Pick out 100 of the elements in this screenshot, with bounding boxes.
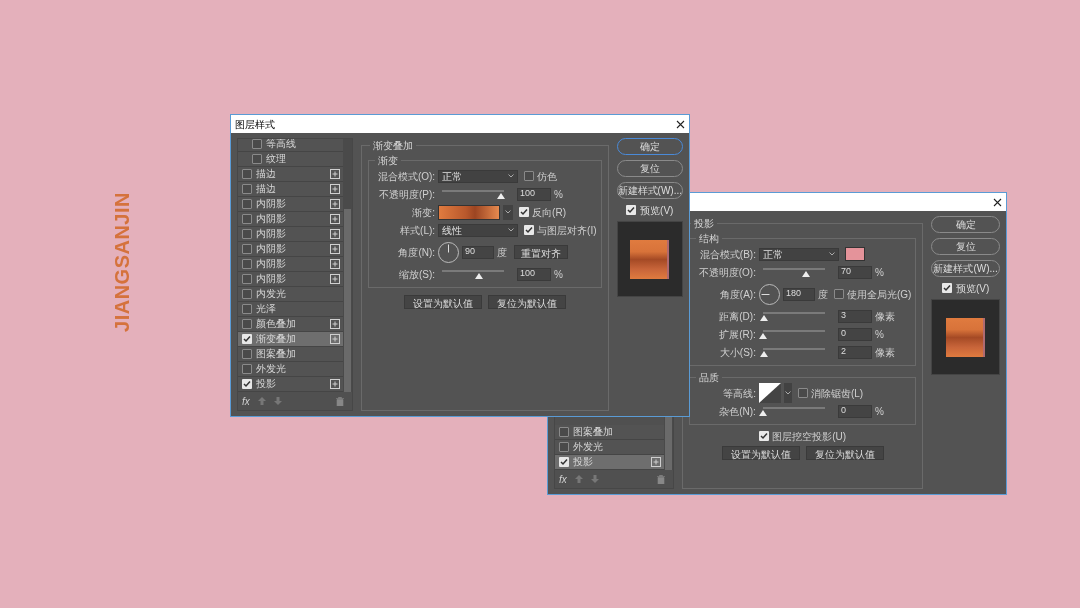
effect-item[interactable]: 内发光 [238,287,344,302]
checkbox[interactable] [242,364,252,374]
angle-dial[interactable] [438,241,460,263]
scrollbar[interactable] [343,139,353,392]
effect-item[interactable]: 内阴影 [238,197,344,212]
checkbox[interactable] [242,169,252,179]
add-icon[interactable] [330,169,341,179]
action-button[interactable]: 新建样式(W)... [931,260,1000,277]
value-input[interactable]: 2 [837,345,872,359]
checkbox[interactable] [242,214,252,224]
effect-item[interactable]: 内阴影 [238,242,344,257]
value-input[interactable]: 100 [517,267,552,281]
effect-item[interactable]: 描边 [238,167,344,182]
checkbox[interactable] [942,283,952,293]
checkbox[interactable] [242,304,252,314]
checkbox[interactable] [519,207,530,217]
add-icon[interactable] [650,457,661,467]
add-icon[interactable] [330,379,341,389]
effect-item[interactable]: 内阴影 [238,272,344,287]
effect-item[interactable]: 内阴影 [238,227,344,242]
effect-item[interactable]: 外发光 [238,362,344,377]
value-input[interactable]: 90 [462,245,495,259]
effect-label: 投影 [256,379,277,389]
effect-item[interactable]: 光泽 [238,302,344,317]
fx-button[interactable]: fx [242,393,250,409]
checkbox[interactable] [252,139,262,149]
checkbox[interactable] [242,289,252,299]
checkbox[interactable] [242,379,252,389]
checkbox[interactable] [242,229,252,239]
color-swatch[interactable] [844,247,865,261]
close-icon[interactable] [676,119,685,129]
checkbox[interactable] [524,225,535,235]
select-dropdown[interactable]: 正常 [758,247,839,261]
effect-item[interactable]: 外发光 [555,440,664,455]
dropdown-button[interactable] [503,204,514,220]
add-icon[interactable] [330,199,341,209]
action-button[interactable]: 确定 [616,138,683,155]
value-input[interactable]: 3 [837,309,872,323]
effect-item[interactable]: 描边 [238,182,344,197]
close-icon[interactable] [993,197,1002,207]
add-icon[interactable] [330,184,341,194]
checkbox[interactable] [242,334,252,344]
checkbox[interactable] [242,199,252,209]
checkbox[interactable] [242,349,252,359]
value-input[interactable]: 180 [782,287,815,301]
slider-thumb[interactable] [758,333,767,339]
select-dropdown[interactable]: 线性 [438,223,519,237]
effect-item[interactable]: 图案叠加 [555,425,664,440]
checkbox[interactable] [524,171,535,181]
effect-item[interactable]: 内阴影 [238,257,344,272]
checkbox[interactable] [242,319,252,329]
checkbox[interactable] [797,388,808,398]
reset-align-button[interactable]: 重置对齐 [514,245,569,259]
add-icon[interactable] [330,244,341,254]
checkbox[interactable] [242,259,252,269]
effect-item[interactable]: 颜色叠加 [238,317,344,332]
action-button[interactable]: 新建样式(W)... [616,182,683,199]
effect-item[interactable]: 纹理 [238,152,344,167]
checkbox[interactable] [833,289,844,299]
add-icon[interactable] [330,334,341,344]
default-button[interactable]: 复位为默认值 [805,446,884,460]
value-input[interactable]: 70 [837,265,872,279]
effect-item[interactable]: 投影 [555,455,664,470]
checkbox[interactable] [759,431,770,441]
checkbox[interactable] [626,205,637,215]
action-button[interactable]: 确定 [931,216,1000,233]
add-icon[interactable] [330,274,341,284]
add-icon[interactable] [330,229,341,239]
default-button[interactable]: 复位为默认值 [487,295,566,309]
default-button[interactable]: 设置为默认值 [403,295,482,309]
default-button[interactable]: 设置为默认值 [721,446,800,460]
select-dropdown[interactable]: 正常 [438,169,519,183]
slider-thumb[interactable] [760,351,769,357]
value-input[interactable]: 0 [837,404,872,418]
gradient-swatch[interactable] [438,204,501,220]
checkbox[interactable] [252,154,262,164]
angle-dial[interactable] [758,283,780,305]
value-input[interactable]: 100 [517,187,552,201]
effect-item[interactable]: 渐变叠加 [238,332,344,347]
slider-thumb[interactable] [760,315,769,321]
checkbox[interactable] [242,184,252,194]
contour-picker[interactable] [758,383,781,403]
effect-item[interactable]: 等高线 [238,139,344,152]
action-button[interactable]: 复位 [616,160,683,177]
add-icon[interactable] [330,319,341,329]
add-icon[interactable] [330,259,341,269]
add-icon[interactable] [330,214,341,224]
scrollbar-thumb[interactable] [344,209,352,392]
slider-thumb[interactable] [758,410,767,416]
fx-button[interactable]: fx [559,471,567,487]
value-input[interactable]: 0 [837,327,872,341]
effect-item[interactable]: 内阴影 [238,212,344,227]
checkbox[interactable] [559,427,569,437]
checkbox[interactable] [242,274,252,284]
action-button[interactable]: 复位 [931,238,1000,255]
checkbox[interactable] [559,457,569,467]
effect-item[interactable]: 投影 [238,377,344,392]
effect-item[interactable]: 图案叠加 [238,347,344,362]
checkbox[interactable] [242,244,252,254]
checkbox[interactable] [559,442,569,452]
